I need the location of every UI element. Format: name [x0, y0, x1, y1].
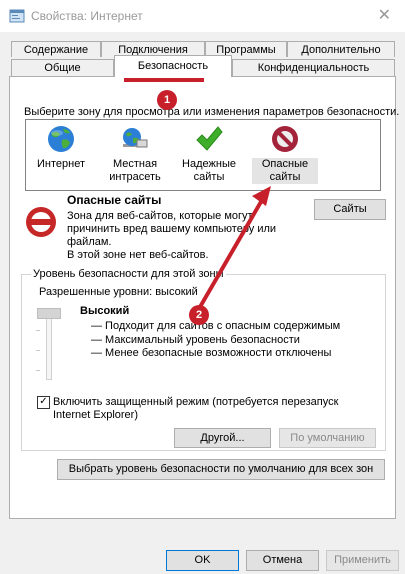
ok-button[interactable]: OK	[166, 550, 239, 571]
level-bullet: — Менее безопасные возможности отключены	[91, 347, 332, 359]
zone-intranet[interactable]: Местная интрасеть	[102, 124, 168, 184]
security-level-group	[21, 274, 386, 451]
zone-description: файлам.	[67, 236, 112, 248]
allowed-levels: Разрешенные уровни: высокий	[39, 286, 198, 298]
zone-restricted[interactable]: Опасные сайты	[252, 124, 318, 184]
protected-mode-checkbox[interactable]: ✓	[37, 396, 50, 409]
globe-icon	[48, 126, 74, 152]
zone-description: В этой зоне нет веб-сайтов.	[67, 249, 209, 261]
annotation-marker-1: 1	[157, 90, 177, 110]
tab-general[interactable]: Общие	[11, 59, 114, 77]
custom-level-button[interactable]: Другой...	[174, 428, 271, 448]
slider-tick	[36, 350, 40, 351]
protected-mode-label: Включить защищенный режим (потребуется п…	[53, 396, 339, 408]
restricted-zone-icon	[26, 207, 56, 237]
level-bullet: — Максимальный уровень безопасности	[91, 334, 300, 346]
apply-button[interactable]: Применить	[326, 550, 399, 571]
tab-security[interactable]: Безопасность	[114, 55, 232, 77]
zone-label: сайты	[193, 171, 225, 183]
slider-tick	[36, 370, 40, 371]
window-title: Свойства: Интернет	[31, 9, 143, 23]
default-level-button[interactable]: По умолчанию	[279, 428, 376, 448]
restricted-icon	[272, 126, 298, 152]
annotation-marker-2: 2	[189, 305, 209, 325]
close-icon[interactable]: ✕	[378, 5, 391, 25]
zone-prompt: Выберите зону для просмотра или изменени…	[24, 106, 400, 118]
tab-advanced[interactable]: Дополнительно	[287, 41, 395, 57]
zone-label: Местная	[112, 158, 158, 170]
zone-label: Интернет	[37, 158, 85, 170]
zone-description: причинить вред вашему компьютеру или	[67, 223, 277, 235]
level-bullet: — Подходит для сайтов с опасным содержим…	[91, 320, 341, 332]
zone-internet[interactable]: Интернет	[28, 124, 94, 171]
security-slider-thumb[interactable]	[37, 308, 61, 319]
zone-description: Зона для веб-сайтов, которые могут	[67, 210, 253, 222]
sites-button[interactable]: Сайты	[314, 199, 386, 220]
security-slider-track[interactable]	[46, 318, 52, 380]
slider-tick	[36, 330, 40, 331]
security-level-label: Уровень безопасности для этой зоны	[31, 268, 226, 280]
title-bar: Свойства: Интернет ✕	[0, 0, 405, 32]
zone-label: сайты	[252, 171, 318, 184]
intranet-icon	[123, 128, 148, 148]
zone-label: интрасеть	[109, 171, 161, 183]
zone-list[interactable]: Интернет Местная интрасеть Надежные сайт…	[25, 119, 381, 191]
security-level-name: Высокий	[80, 305, 130, 317]
zone-trusted[interactable]: Надежные сайты	[176, 124, 242, 184]
zone-label: Опасные	[252, 158, 318, 171]
tab-privacy[interactable]: Конфиденциальность	[232, 59, 395, 77]
internet-options-icon	[9, 9, 25, 23]
cancel-button[interactable]: Отмена	[246, 550, 319, 571]
zone-title: Опасные сайты	[67, 193, 162, 207]
protected-mode-label: Internet Explorer)	[53, 409, 138, 421]
reset-all-zones-button[interactable]: Выбрать уровень безопасности по умолчани…	[57, 459, 385, 480]
checkmark-icon	[196, 126, 223, 151]
zone-label: Надежные	[182, 158, 236, 170]
tab-content[interactable]: Содержание	[11, 41, 101, 57]
